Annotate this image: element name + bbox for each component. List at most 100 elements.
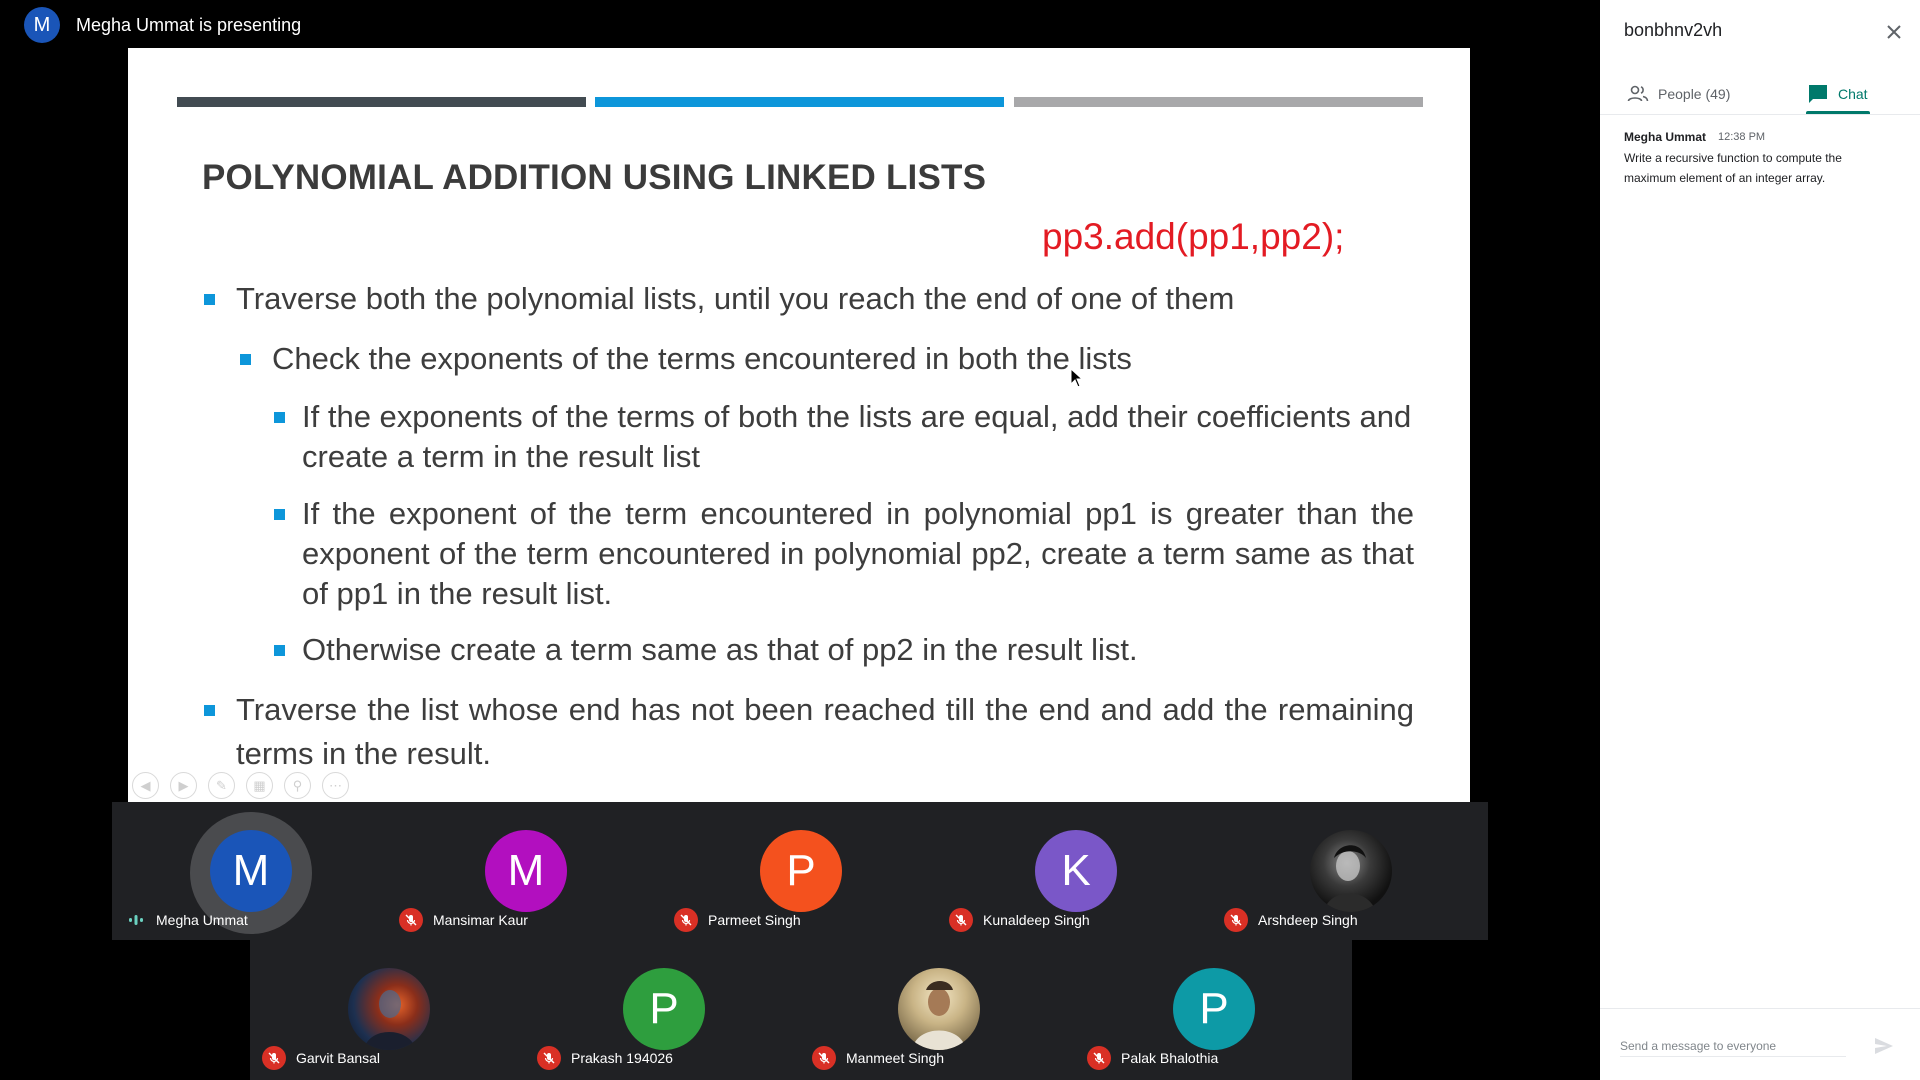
- participant-strip-top: M Megha Ummat M Mansimar Kaur P Parmeet …: [112, 802, 1488, 940]
- participant-tile[interactable]: P Prakash 194026: [525, 940, 800, 1078]
- avatar: M: [485, 830, 567, 912]
- avatar-photo: [348, 968, 430, 1050]
- divider: [1600, 114, 1920, 115]
- mic-off-icon: [399, 908, 423, 932]
- slide-stripe-gray: [1014, 97, 1423, 107]
- participant-name: Kunaldeep Singh: [983, 912, 1090, 928]
- bullet-square-icon: [274, 509, 285, 520]
- slide-bullet: Check the exponents of the terms encount…: [240, 339, 1410, 379]
- participant-tile[interactable]: Manmeet Singh: [800, 940, 1075, 1078]
- chat-message-input[interactable]: [1620, 1035, 1846, 1057]
- slide-stripe-blue: [595, 97, 1004, 107]
- bullet-square-icon: [274, 412, 285, 423]
- bullet-square-icon: [204, 705, 215, 716]
- participant-strip-bottom: Garvit Bansal P Prakash 194026 Manmeet S…: [250, 940, 1352, 1080]
- person-photo-icon: [364, 990, 416, 1050]
- tab-people-label: People (49): [1658, 86, 1731, 102]
- avatar: M: [210, 830, 292, 912]
- avatar: P: [760, 830, 842, 912]
- slide-bullet-text: Otherwise create a term same as that of …: [302, 632, 1138, 667]
- tab-people[interactable]: People (49): [1626, 74, 1730, 114]
- divider: [1600, 1008, 1920, 1009]
- avatar-photo: [1310, 830, 1392, 912]
- presenter-avatar: M: [24, 7, 60, 43]
- participant-name: Manmeet Singh: [846, 1050, 945, 1066]
- tab-chat-label: Chat: [1838, 86, 1868, 102]
- participant-label: Garvit Bansal: [262, 1046, 380, 1070]
- slide-bullet: Traverse the list whose end has not been…: [204, 688, 1414, 776]
- meeting-details-panel: bonbhnv2vh People (49) Chat Megha Ummat …: [1600, 0, 1920, 1080]
- people-icon: [1627, 85, 1649, 102]
- mic-off-icon: [262, 1046, 286, 1070]
- participant-tile[interactable]: M Megha Ummat: [112, 802, 387, 940]
- presenter-indicator: M Megha Ummat is presenting: [24, 7, 301, 43]
- participant-label: Prakash 194026: [537, 1046, 673, 1070]
- participant-tile[interactable]: Garvit Bansal: [250, 940, 525, 1078]
- participant-label: Megha Ummat: [124, 908, 248, 932]
- audio-level-icon: [126, 910, 146, 930]
- send-icon[interactable]: [1872, 1034, 1896, 1058]
- next-slide-icon[interactable]: ▶: [170, 772, 197, 799]
- avatar-photo: [898, 968, 980, 1050]
- message-sender: Megha Ummat: [1624, 130, 1707, 144]
- mic-off-icon: [537, 1046, 561, 1070]
- mic-off-icon: [1224, 908, 1248, 932]
- slide-stripe-dark: [177, 97, 586, 107]
- mouse-cursor-icon: [1070, 368, 1084, 388]
- participant-tile[interactable]: M Mansimar Kaur: [387, 802, 662, 940]
- slide-title: POLYNOMIAL ADDITION USING LINKED LISTS: [202, 158, 987, 197]
- participant-name: Garvit Bansal: [296, 1050, 381, 1066]
- slide-code-snippet: pp3.add(pp1,pp2);: [1042, 216, 1345, 257]
- slide-bullet: Otherwise create a term same as that of …: [274, 630, 1414, 670]
- bullet-square-icon: [204, 294, 215, 305]
- participant-label: Manmeet Singh: [812, 1046, 944, 1070]
- participant-label: Palak Bhalothia: [1087, 1046, 1218, 1070]
- presenter-label: Megha Ummat is presenting: [76, 14, 302, 35]
- participant-tile[interactable]: P Parmeet Singh: [662, 802, 937, 940]
- message-text: Write a recursive function to compute th…: [1624, 151, 1842, 185]
- participant-name: Palak Bhalothia: [1121, 1050, 1219, 1066]
- slide-bullet-text: Check the exponents of the terms encount…: [272, 341, 1132, 376]
- slide-bullet: Traverse both the polynomial lists, unti…: [204, 279, 1414, 319]
- chat-icon: [1809, 85, 1827, 103]
- participant-tile[interactable]: K Kunaldeep Singh: [937, 802, 1212, 940]
- participant-tile[interactable]: Arshdeep Singh: [1212, 802, 1487, 940]
- slide-controls: ◀ ▶ ✎ ▦ ⚲ ⋯: [132, 772, 349, 799]
- participant-label: Arshdeep Singh: [1224, 908, 1358, 932]
- mic-off-icon: [674, 908, 698, 932]
- previous-slide-icon[interactable]: ◀: [132, 772, 159, 799]
- participant-name: Megha Ummat: [156, 912, 248, 928]
- message-timestamp: 12:38 PM: [1718, 131, 1766, 143]
- avatar: P: [623, 968, 705, 1050]
- close-icon[interactable]: [1882, 20, 1906, 44]
- more-icon[interactable]: ⋯: [322, 772, 349, 799]
- avatar: P: [1173, 968, 1255, 1050]
- meeting-code: bonbhnv2vh: [1624, 20, 1723, 40]
- person-photo-icon: [1324, 845, 1376, 912]
- participant-tile[interactable]: P Palak Bhalothia: [1075, 940, 1350, 1078]
- tab-chat[interactable]: Chat: [1806, 74, 1868, 114]
- pen-icon[interactable]: ✎: [208, 772, 235, 799]
- mic-off-icon: [812, 1046, 836, 1070]
- slide-bullet-text: Traverse the list whose end has not been…: [236, 692, 1414, 771]
- participant-name: Mansimar Kaur: [433, 912, 528, 928]
- zoom-icon[interactable]: ⚲: [284, 772, 311, 799]
- person-photo-icon: [912, 981, 966, 1050]
- slide-bullet: If the exponents of the terms of both th…: [274, 397, 1414, 477]
- mic-off-icon: [1087, 1046, 1111, 1070]
- participant-label: Mansimar Kaur: [399, 908, 528, 932]
- mic-off-icon: [949, 908, 973, 932]
- participant-label: Kunaldeep Singh: [949, 908, 1090, 932]
- avatar: K: [1035, 830, 1117, 912]
- participant-name: Prakash 194026: [571, 1050, 673, 1066]
- participant-name: Parmeet Singh: [708, 912, 801, 928]
- slide-bullet: If the exponent of the term encountered …: [274, 494, 1414, 614]
- pages-icon[interactable]: ▦: [246, 772, 273, 799]
- bullet-square-icon: [240, 354, 251, 365]
- slide-bullet-text: If the exponent of the term encountered …: [302, 496, 1414, 611]
- slide-bullet-text: Traverse both the polynomial lists, unti…: [236, 281, 1235, 316]
- participant-name: Arshdeep Singh: [1258, 912, 1358, 928]
- bullet-square-icon: [274, 645, 285, 656]
- slide-bullet-text: If the exponents of the terms of both th…: [302, 399, 1412, 474]
- presentation-slide: POLYNOMIAL ADDITION USING LINKED LISTS p…: [128, 48, 1470, 802]
